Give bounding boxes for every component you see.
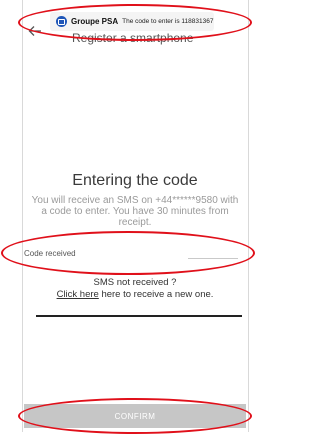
- screen-right-edge: [248, 0, 249, 432]
- divider: [36, 315, 242, 317]
- entering-code-heading: Entering the code: [72, 172, 198, 189]
- notification-sender: Groupe PSA: [71, 17, 119, 26]
- sms-notification-banner[interactable]: Groupe PSA The code to enter is 11883136…: [50, 12, 214, 31]
- page-title: Register a smartphone: [72, 31, 194, 45]
- code-field-underline: [188, 258, 238, 259]
- groupe-psa-logo-icon: [56, 16, 67, 27]
- resend-sms-line: Click here here to receive a new one.: [22, 289, 248, 300]
- screen-left-edge: [22, 0, 23, 432]
- resend-sms-link[interactable]: Click here: [57, 289, 99, 300]
- resend-sms-suffix: here to receive a new one.: [98, 289, 214, 300]
- notification-message: The code to enter is 118831367: [122, 18, 214, 25]
- sms-not-received-text: SMS not received ?: [93, 277, 177, 288]
- code-field: [22, 243, 248, 265]
- confirm-button[interactable]: CONFIRM: [24, 404, 246, 428]
- back-arrow-icon[interactable]: [28, 24, 42, 36]
- sms-info-text: You will receive an SMS on +44******9580…: [31, 195, 239, 228]
- code-received-input[interactable]: [22, 243, 248, 263]
